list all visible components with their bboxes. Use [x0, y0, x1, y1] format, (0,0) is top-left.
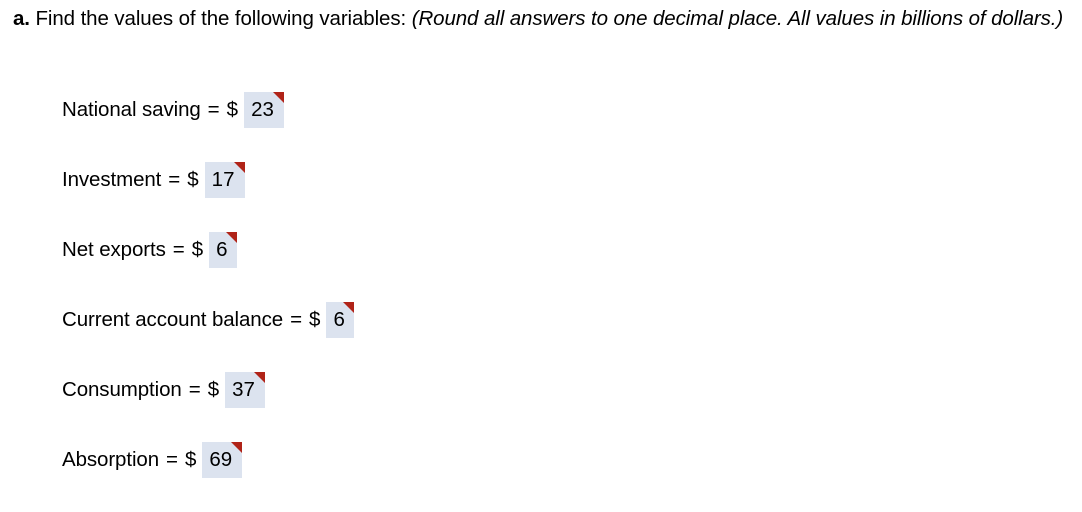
question-letter: a. [13, 7, 30, 30]
answer-input[interactable]: 23 [244, 92, 285, 128]
answer-label: Net exports [62, 238, 166, 261]
question-note: (Round all answers to one decimal place.… [411, 7, 1064, 30]
answer-label: Absorption [62, 448, 160, 471]
currency-symbol: $ [226, 98, 239, 121]
answer-row: Current account balance = $6 [0, 302, 1082, 372]
red-corner-flag-icon [233, 162, 245, 173]
question-text: Find the values of the following variabl… [29, 7, 412, 30]
answer-input-value: 6 [333, 308, 345, 331]
red-corner-flag-icon [273, 92, 285, 103]
red-corner-flag-icon [231, 442, 243, 453]
equals-sign: = [166, 448, 178, 471]
red-corner-flag-icon [254, 372, 266, 383]
equals-sign: = [290, 308, 303, 331]
answer-input-value: 17 [211, 168, 235, 191]
equals-sign: = [172, 238, 185, 261]
answer-input-value: 69 [209, 448, 233, 471]
answer-input[interactable]: 37 [225, 372, 266, 408]
currency-symbol: $ [185, 448, 197, 471]
equals-sign: = [207, 98, 220, 121]
question-prompt: a. Find the values of the following vari… [13, 4, 1073, 33]
answer-input[interactable]: 17 [204, 162, 245, 198]
answer-input[interactable]: 6 [326, 302, 355, 338]
currency-symbol: $ [309, 308, 321, 331]
answer-label: National saving [62, 98, 201, 121]
answer-row: Consumption = $37 [0, 372, 1082, 442]
answer-label: Consumption [62, 378, 182, 401]
currency-symbol: $ [207, 378, 220, 401]
answer-input-value: 23 [251, 98, 274, 121]
red-corner-flag-icon [343, 302, 355, 313]
answer-input[interactable]: 6 [209, 232, 238, 268]
currency-symbol: $ [191, 238, 204, 261]
answer-label: Investment [62, 168, 162, 191]
answer-row: National saving = $23 [0, 92, 1082, 162]
answer-input-value: 37 [232, 378, 255, 401]
equals-sign: = [188, 378, 201, 401]
answer-input-value: 6 [216, 238, 228, 261]
answer-list: National saving = $23 Investment = $17 Net exp… [0, 92, 1082, 512]
answer-row: Net exports = $6 [0, 232, 1082, 302]
answer-label: Current account balance [62, 308, 284, 331]
red-corner-flag-icon [226, 232, 238, 243]
currency-symbol: $ [187, 168, 199, 191]
equals-sign: = [168, 168, 181, 191]
answer-row: Investment = $17 [0, 162, 1082, 232]
answer-input[interactable]: 69 [202, 442, 243, 478]
